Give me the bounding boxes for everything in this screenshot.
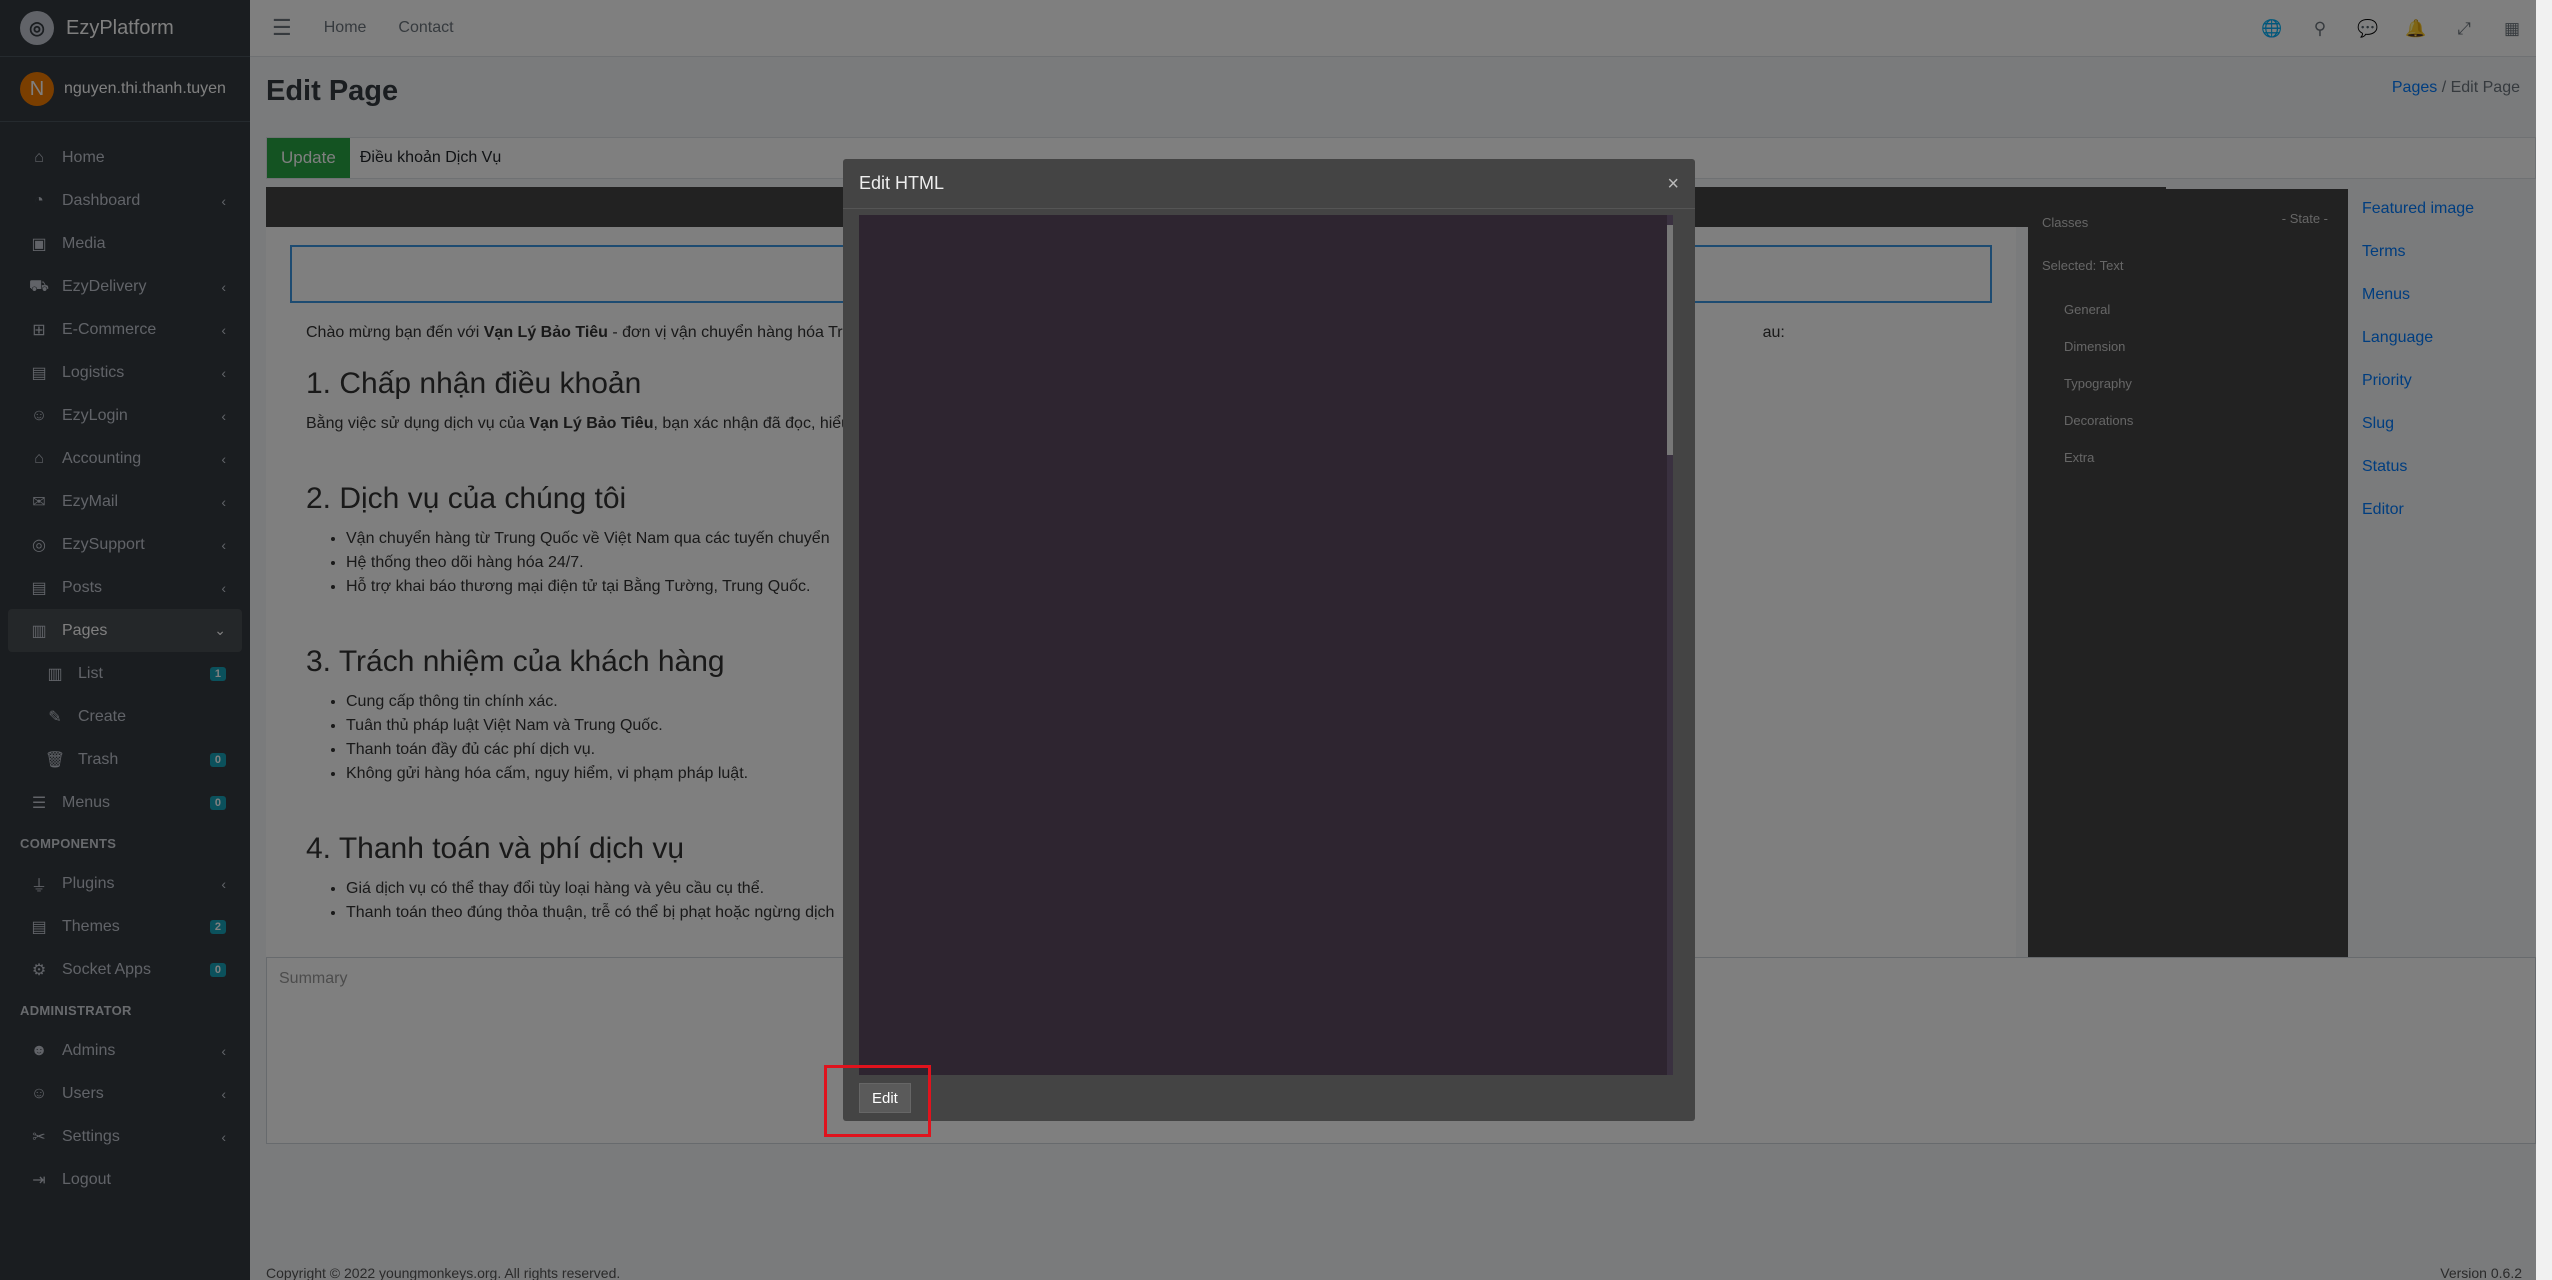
editor-scroll-thumb[interactable] — [1667, 225, 1673, 455]
modal-title: Edit HTML — [843, 159, 1695, 209]
close-icon[interactable]: × — [1667, 173, 1679, 196]
edit-html-modal: Edit HTML × Edit — [843, 159, 1695, 1121]
highlight-box — [824, 1065, 931, 1137]
code-editor[interactable] — [859, 215, 1673, 1075]
page-scrollbar[interactable] — [2536, 0, 2552, 1280]
editor-scrollbar[interactable] — [1667, 215, 1673, 1075]
